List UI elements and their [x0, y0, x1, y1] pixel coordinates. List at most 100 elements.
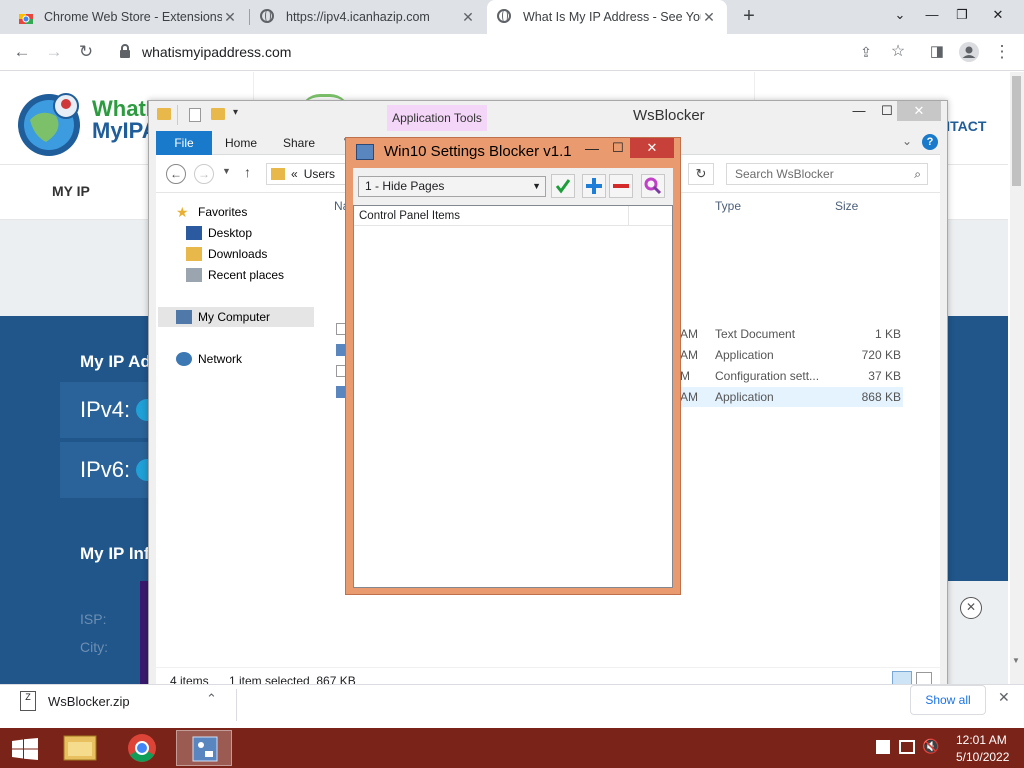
explorer-title-bar[interactable]: ▾ Application Tools WsBlocker — ☐ ✕	[149, 101, 947, 131]
control-panel-list[interactable]: Control Panel Items	[353, 205, 673, 588]
nav-label: Desktop	[208, 226, 253, 240]
nav-downloads[interactable]: Downloads	[186, 247, 267, 261]
mode-select[interactable]: 1 - Hide Pages ▼	[358, 176, 546, 197]
ribbon-expand-icon[interactable]: ⌄	[902, 134, 912, 148]
clock-time[interactable]: 12:01 AM	[956, 733, 1007, 747]
quick-access-dropdown-icon[interactable]: ▾	[233, 107, 238, 118]
nav-my-ip[interactable]: MY IP	[52, 183, 90, 199]
tab-icanhazip[interactable]: https://ipv4.icanhazip.com ✕	[250, 0, 486, 34]
nav-my-computer[interactable]: My Computer	[158, 307, 314, 327]
tab-chrome-web-store[interactable]: Chrome Web Store - Extensions ✕	[8, 0, 248, 34]
up-icon[interactable]: ↑	[244, 164, 251, 180]
tab-title: https://ipv4.icanhazip.com	[286, 10, 430, 24]
file-size: 868 KB	[861, 390, 901, 404]
nav-label: Recent places	[208, 268, 285, 282]
tab-close-icon[interactable]: ✕	[222, 9, 238, 26]
divider	[177, 105, 178, 125]
breadcrumb-users[interactable]: Users	[304, 167, 335, 181]
tab-close-icon[interactable]: ✕	[460, 9, 476, 26]
help-icon[interactable]: ?	[922, 134, 938, 150]
remove-button[interactable]	[609, 174, 633, 198]
windows-logo-icon	[12, 738, 38, 760]
clock-date[interactable]: 5/10/2022	[956, 750, 1009, 764]
plus-icon	[586, 178, 602, 194]
site-logo-icon[interactable]	[16, 90, 86, 160]
add-button[interactable]	[582, 174, 606, 198]
ribbon-tab-share[interactable]: Share	[278, 131, 320, 155]
new-tab-button[interactable]: +	[738, 5, 760, 27]
app-icon	[356, 144, 374, 160]
star-icon: ★	[176, 204, 189, 220]
nav-network[interactable]: Network	[176, 352, 242, 366]
share-icon[interactable]: ⇪	[854, 40, 878, 64]
bookmark-star-icon[interactable]: ☆	[886, 40, 910, 64]
settings-button[interactable]	[641, 174, 665, 198]
start-button[interactable]	[12, 738, 38, 763]
tab-search-icon[interactable]: ⌄	[886, 2, 914, 28]
nav-recent-places[interactable]: Recent places	[186, 268, 284, 282]
recent-places-icon	[186, 268, 202, 282]
file-time: AM	[680, 348, 698, 362]
nav-desktop[interactable]: Desktop	[186, 226, 252, 240]
reload-icon[interactable]: ↻	[74, 40, 98, 64]
refresh-icon[interactable]: ↻	[688, 163, 714, 185]
volume-muted-icon[interactable]: 🔇	[922, 738, 939, 755]
tab-whatismyip[interactable]: What Is My IP Address - See Your ✕	[487, 0, 727, 34]
globe-icon	[260, 9, 276, 25]
file-type[interactable]: Application	[715, 390, 774, 404]
chrome-menu-icon[interactable]: ⋮	[990, 40, 1014, 64]
maximize-icon[interactable]: ☐	[608, 140, 628, 156]
minimize-icon[interactable]: —	[918, 2, 946, 28]
address-bar[interactable]: whatismyipaddress.com	[108, 37, 878, 67]
close-ad-icon[interactable]: ✕	[960, 597, 982, 619]
breadcrumb-overflow[interactable]: «	[291, 167, 298, 181]
back-arrow-icon[interactable]: ←	[10, 40, 34, 64]
download-filename[interactable]: WsBlocker.zip	[48, 694, 130, 709]
application-tools-tab[interactable]: Application Tools	[387, 105, 487, 131]
tab-strip: Chrome Web Store - Extensions ✕ https://…	[0, 0, 1024, 34]
network-tray-icon[interactable]	[899, 740, 915, 754]
properties-icon[interactable]	[189, 108, 201, 122]
action-center-flag-icon[interactable]	[876, 740, 890, 754]
ribbon-tab-file[interactable]: File	[156, 131, 212, 155]
tab-close-icon[interactable]: ✕	[701, 9, 717, 26]
minimize-icon[interactable]: —	[847, 103, 871, 123]
profile-avatar[interactable]	[957, 40, 981, 64]
column-size-header[interactable]: Size	[835, 199, 858, 213]
list-column-header[interactable]: Control Panel Items	[359, 210, 460, 222]
download-options-chevron-icon[interactable]: ⌃	[206, 691, 217, 707]
forward-icon[interactable]: →	[194, 164, 214, 184]
apply-button[interactable]	[551, 174, 575, 198]
close-button[interactable]: ✕	[897, 101, 941, 121]
scrollbar-thumb[interactable]	[1012, 76, 1021, 186]
recent-locations-icon[interactable]: ▼	[222, 166, 231, 176]
desktop-icon	[186, 226, 202, 240]
file-type[interactable]: Application	[715, 348, 774, 362]
restore-icon[interactable]: ❐	[948, 2, 976, 28]
nav-favorites[interactable]: ★ Favorites	[176, 205, 247, 219]
file-type[interactable]: Text Document	[715, 327, 795, 341]
lock-icon	[120, 44, 130, 58]
close-button[interactable]: ✕	[630, 138, 674, 158]
settings-blocker-taskbar-icon[interactable]	[176, 730, 232, 766]
column-type-header[interactable]: Type	[715, 199, 741, 213]
close-download-bar-icon[interactable]: ✕	[998, 689, 1010, 706]
side-panel-icon[interactable]: ◨	[925, 40, 949, 64]
new-folder-icon[interactable]	[211, 108, 225, 120]
search-input[interactable]: Search WsBlocker ⌕	[726, 163, 928, 185]
forward-arrow-icon[interactable]: →	[42, 40, 66, 64]
explorer-title: WsBlocker	[633, 107, 705, 124]
back-icon[interactable]: ←	[166, 164, 186, 184]
ribbon-tab-home[interactable]: Home	[220, 131, 262, 155]
breadcrumb[interactable]: « Users	[266, 163, 346, 185]
maximize-icon[interactable]: ☐	[875, 103, 899, 123]
minimize-icon[interactable]: —	[582, 140, 602, 156]
file-explorer-taskbar-icon[interactable]	[52, 730, 108, 766]
column-divider[interactable]	[628, 206, 629, 226]
show-all-button[interactable]: Show all	[910, 685, 986, 715]
scroll-down-icon[interactable]: ▼	[1012, 656, 1020, 665]
file-type[interactable]: Configuration sett...	[715, 369, 819, 383]
mode-select-value: 1 - Hide Pages	[365, 179, 445, 193]
close-icon[interactable]: ✕	[984, 2, 1012, 28]
chrome-taskbar-icon[interactable]	[114, 730, 170, 766]
